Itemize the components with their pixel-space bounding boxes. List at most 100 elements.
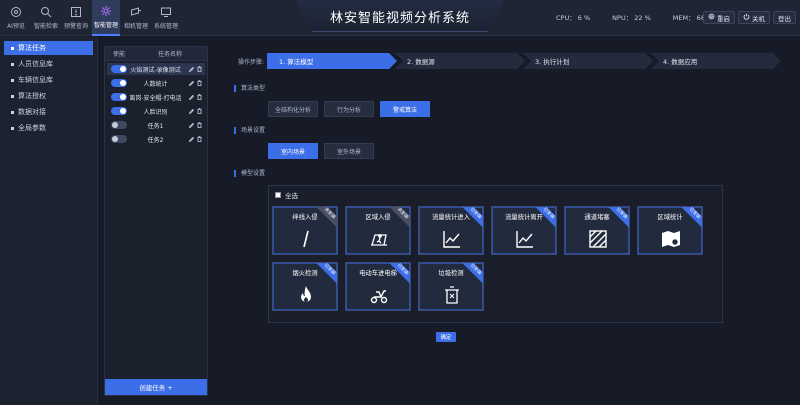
line-chart-icon	[515, 229, 535, 249]
nav-smart-manage[interactable]: 智能管理	[92, 0, 120, 36]
fire-icon	[296, 285, 316, 305]
step-data-application[interactable]: 4. 数据应用	[651, 53, 781, 69]
sidebar-item-vehicle-db[interactable]: 车辆信息库	[4, 73, 93, 87]
header-task-name: 任务名称	[157, 51, 182, 58]
select-all[interactable]: 全选	[275, 190, 298, 200]
sidebar-item-person-db[interactable]: 人员信息库	[4, 57, 93, 71]
header-enable: 使能	[112, 51, 125, 58]
task-name: 人脸识别	[143, 108, 168, 116]
sidebar: 算法任务 人员信息库 车辆信息库 算法授权 数据对接 全局参数	[0, 37, 98, 405]
nav-label: 相机管理	[123, 23, 148, 30]
step-data-source[interactable]: 2. 数据源	[395, 53, 525, 69]
nav-label: 系统管理	[153, 23, 178, 30]
map-stat-icon	[661, 229, 681, 249]
sidebar-item-data-interface[interactable]: 数据对接	[4, 105, 93, 119]
nav-ai-preview[interactable]: AI预览	[2, 0, 30, 36]
edit-icon[interactable]	[189, 122, 194, 128]
edit-icon[interactable]	[189, 136, 194, 142]
model-card[interactable]: 电动车进电梯 已安装	[345, 262, 411, 311]
nav-smart-search[interactable]: 智能检索	[32, 0, 60, 36]
algo-alert-button[interactable]: 警戒算法	[380, 101, 430, 117]
camera-manage-icon	[130, 6, 142, 18]
top-bar: AI预览 智能检索 预警查询 智能管理 相机管理 系统管理 林安智能视频分析系统…	[0, 0, 800, 36]
shutdown-button[interactable]: 关机	[738, 11, 770, 24]
enable-toggle[interactable]	[111, 107, 127, 115]
steps-label: 操作步骤:	[238, 59, 265, 66]
enable-toggle[interactable]	[111, 65, 127, 73]
delete-icon[interactable]	[197, 136, 202, 142]
logout-button[interactable]: 登出	[773, 11, 796, 24]
trash-icon	[442, 285, 462, 305]
step-algorithm-model[interactable]: 1. 算法模型	[267, 53, 397, 69]
model-card[interactable]: 区域统计 已安装	[637, 206, 703, 255]
step-schedule[interactable]: 3. 执行计划	[523, 53, 653, 69]
table-row[interactable]: 任务2	[107, 133, 205, 145]
delete-icon[interactable]	[197, 94, 202, 100]
algo-full-structure-button[interactable]: 全结构化分析	[268, 101, 318, 117]
alert-query-icon	[70, 6, 82, 18]
system-manage-icon	[160, 6, 172, 18]
sidebar-item-global-params[interactable]: 全局参数	[4, 121, 93, 135]
delete-icon[interactable]	[197, 108, 202, 114]
table-row[interactable]: 离岗-安全帽-打电话	[107, 91, 205, 103]
system-stats: CPU： 6 % NPU： 22 % MEM： 68 %	[556, 12, 713, 22]
edit-icon[interactable]	[189, 108, 194, 114]
ai-preview-icon	[10, 6, 22, 18]
enable-toggle[interactable]	[111, 79, 127, 87]
smart-manage-icon	[100, 5, 112, 17]
scene-outdoor-button[interactable]: 室外场景	[324, 143, 374, 159]
task-name: 离岗-安全帽-打电话	[129, 94, 182, 102]
edit-icon[interactable]	[189, 80, 194, 86]
scene-indoor-button[interactable]: 室内场景	[268, 143, 318, 159]
task-table-header: 使能 任务名称	[105, 47, 207, 61]
edit-icon[interactable]	[189, 66, 194, 72]
model-card[interactable]: 区域入侵 未安装	[345, 206, 411, 255]
task-name: 人数统计	[143, 80, 168, 88]
enable-toggle[interactable]	[111, 93, 127, 101]
line-chart-icon	[442, 229, 462, 249]
create-task-button[interactable]: 创建任务 +	[105, 379, 207, 395]
nav-alert-query[interactable]: 预警查询	[62, 0, 90, 36]
algo-behavior-button[interactable]: 行为分析	[324, 101, 374, 117]
task-panel: 使能 任务名称 火焰测试-录像测试人数统计离岗-安全帽-打电话 人脸识别任务1 任务…	[104, 46, 208, 396]
edit-icon[interactable]	[189, 94, 194, 100]
main-content: 操作步骤: 1. 算法模型 2. 数据源 3. 执行计划 4. 数据应用 算法类…	[212, 37, 800, 405]
delete-icon[interactable]	[197, 122, 202, 128]
model-card[interactable]: 通道堵塞 已安装	[564, 206, 630, 255]
scooter-icon	[369, 285, 389, 305]
model-card[interactable]: 烟火检测 已安装	[272, 262, 338, 311]
algo-type-title: 算法类型	[234, 85, 265, 92]
table-row[interactable]: 人数统计	[107, 77, 205, 89]
page-title: 林安智能视频分析系统	[329, 11, 470, 26]
delete-icon[interactable]	[197, 66, 202, 72]
gear-icon	[708, 13, 715, 22]
enable-toggle[interactable]	[111, 121, 127, 129]
npu-stat: NPU： 22 %	[612, 14, 651, 22]
model-panel: 全选 绊线入侵 未安装 区域入侵 未安装 流量统计进入 已安装 流量统计离开 已安装 通道堵塞已…	[268, 185, 723, 323]
delete-icon[interactable]	[197, 80, 202, 86]
nav-system-manage[interactable]: 系统管理	[152, 0, 180, 36]
table-row[interactable]: 任务1	[107, 119, 205, 131]
sidebar-item-algorithm-license[interactable]: 算法授权	[4, 89, 93, 103]
nav-label: 智能管理	[93, 22, 118, 29]
title-banner: 林安智能视频分析系统	[296, 0, 504, 32]
model-card[interactable]: 流量统计离开 已安装	[491, 206, 557, 255]
restart-button[interactable]: 重启	[703, 11, 735, 24]
smart-search-icon	[40, 6, 52, 18]
table-row[interactable]: 人脸识别	[107, 105, 205, 117]
power-icon	[743, 13, 750, 22]
table-row[interactable]: 火焰测试-录像测试	[107, 63, 205, 75]
nav-label: 预警查询	[63, 23, 88, 30]
confirm-button[interactable]: 确定	[436, 332, 456, 342]
step-bar: 1. 算法模型 2. 数据源 3. 执行计划 4. 数据应用	[267, 53, 779, 69]
model-card[interactable]: 流量统计进入 已安装	[418, 206, 484, 255]
nav-camera-manage[interactable]: 相机管理	[122, 0, 150, 36]
hatch-square-icon	[588, 229, 608, 249]
enable-toggle[interactable]	[111, 135, 127, 143]
model-card[interactable]: 垃圾检测 已安装	[418, 262, 484, 311]
tripwire-icon	[296, 229, 316, 249]
nav-label: AI预览	[7, 23, 25, 30]
sidebar-item-algorithm-task[interactable]: 算法任务	[4, 41, 93, 55]
select-all-checkbox[interactable]	[275, 192, 281, 198]
model-card[interactable]: 绊线入侵 未安装	[272, 206, 338, 255]
